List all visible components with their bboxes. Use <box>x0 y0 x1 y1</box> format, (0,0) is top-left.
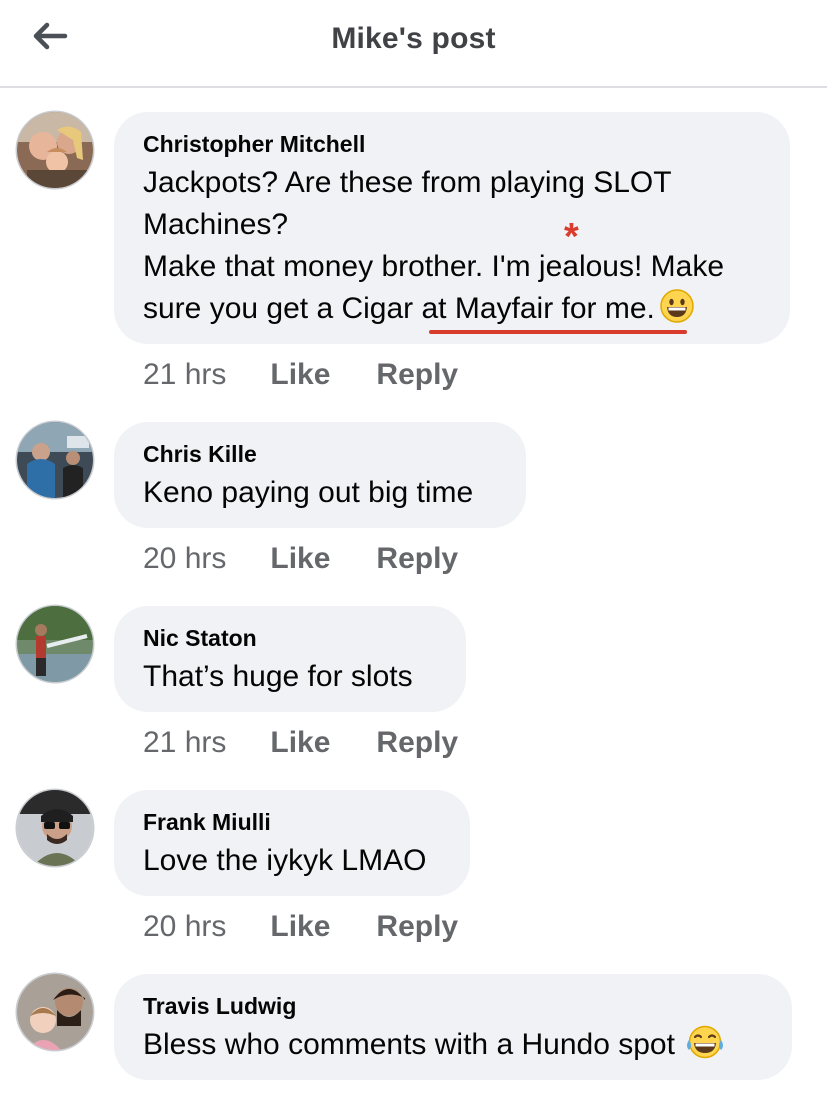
top-bar: Mike's post <box>0 0 827 88</box>
comment-line: Make that money brother. I'm jealous! Ma… <box>143 246 760 336</box>
comment-line-text: Make that money brother. I'm jealous! Ma… <box>143 250 725 325</box>
timestamp[interactable]: 20 hrs <box>143 910 226 944</box>
like-button[interactable]: Like <box>270 910 330 944</box>
timestamp[interactable]: 21 hrs <box>143 726 226 760</box>
reply-button[interactable]: Reply <box>376 358 458 392</box>
comment-actions: 21 hrs Like Reply <box>143 358 458 392</box>
comment-line-text: Bless who comments with a Hundo spot <box>143 1028 675 1061</box>
comment-author[interactable]: Frank Miulli <box>143 808 440 836</box>
reply-button[interactable]: Reply <box>376 910 458 944</box>
comment-author[interactable]: Christopher Mitchell <box>143 130 760 158</box>
page-title: Mike's post <box>331 22 496 55</box>
comment-bubble[interactable]: Christopher Mitchell Jackpots? Are these… <box>114 112 790 344</box>
comment-bubble[interactable]: Frank Miulli Love the iykyk LMAO <box>114 790 470 896</box>
annotation-asterisk: * <box>564 216 579 258</box>
comment-actions: 21 hrs Like Reply <box>143 726 458 760</box>
comment-bubble[interactable]: Nic Staton That’s huge for slots <box>114 606 466 712</box>
comment-author[interactable]: Travis Ludwig <box>143 992 762 1020</box>
comment-actions: 20 hrs Like Reply <box>143 542 458 576</box>
avatar[interactable] <box>17 790 93 866</box>
reply-button[interactable]: Reply <box>376 726 458 760</box>
avatar[interactable] <box>17 422 93 498</box>
like-button[interactable]: Like <box>270 358 330 392</box>
avatar[interactable] <box>17 606 93 682</box>
comment-bubble[interactable]: Travis Ludwig Bless who comments with a … <box>114 974 792 1080</box>
comment-actions: 20 hrs Like Reply <box>143 910 458 944</box>
avatar[interactable] <box>17 112 93 188</box>
comment-text: That’s huge for slots <box>143 660 413 693</box>
comment-line: Jackpots? Are these from playing SLOT Ma… <box>143 166 672 241</box>
annotation-underline <box>429 330 687 334</box>
comment-bubble[interactable]: Chris Kille Keno paying out big time <box>114 422 526 528</box>
comment-author[interactable]: Nic Staton <box>143 624 436 652</box>
reply-button[interactable]: Reply <box>376 542 458 576</box>
timestamp[interactable]: 21 hrs <box>143 358 226 392</box>
grinning-face-emoji-icon <box>659 288 695 336</box>
like-button[interactable]: Like <box>270 726 330 760</box>
comment-text: Keno paying out big time <box>143 476 474 509</box>
comment-text: Love the iykyk LMAO <box>143 844 427 877</box>
tears-of-joy-emoji-icon <box>685 1024 725 1072</box>
like-button[interactable]: Like <box>270 542 330 576</box>
comment-author[interactable]: Chris Kille <box>143 440 496 468</box>
avatar[interactable] <box>17 974 93 1050</box>
comment-text: Jackpots? Are these from playing SLOT Ma… <box>143 162 760 336</box>
timestamp[interactable]: 20 hrs <box>143 542 226 576</box>
comment-text: Bless who comments with a Hundo spot <box>143 1024 762 1072</box>
